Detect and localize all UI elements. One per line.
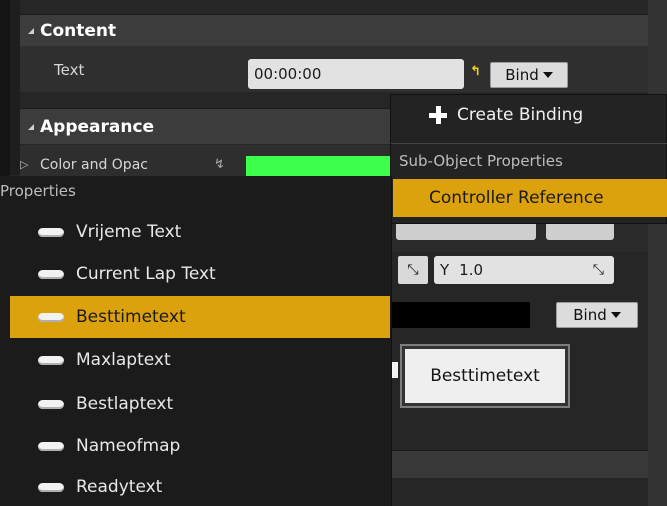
properties-dropdown-list: Properties Vrijeme Text Current Lap Text… — [0, 176, 392, 506]
panel-left-gutter — [10, 0, 20, 175]
list-item-vrijeme-text[interactable]: Vrijeme Text — [0, 212, 392, 252]
category-content-title: Content — [40, 20, 117, 41]
list-item-label: Maxlaptext — [76, 350, 171, 370]
text-property-icon — [38, 441, 64, 451]
list-item-label: Bestlaptext — [76, 394, 174, 414]
create-binding-label: Create Binding — [457, 105, 584, 125]
create-binding-item[interactable]: Create Binding — [429, 105, 583, 125]
list-item-label: Vrijeme Text — [76, 222, 182, 242]
text-property-icon — [38, 227, 64, 237]
category-content-header[interactable]: Content — [20, 14, 648, 46]
bind-link-icon[interactable]: ↯ — [214, 157, 225, 172]
scale-x-spinner[interactable] — [546, 222, 614, 240]
bind-button-label: Bind — [573, 306, 607, 324]
chevron-down-icon — [542, 72, 553, 78]
text-property-label: Text — [54, 61, 85, 79]
reset-arrow-icon[interactable]: ↰ — [470, 64, 484, 80]
category-appearance-title: Appearance — [40, 116, 155, 137]
text-property-icon — [38, 399, 64, 409]
scale-y-label: Y — [440, 261, 450, 279]
scale-y-value: 1.0 — [459, 261, 484, 279]
list-item-label: Current Lap Text — [76, 264, 216, 284]
list-item-label: Nameofmap — [76, 436, 181, 456]
second-bind-button[interactable]: Bind — [556, 302, 638, 328]
color-swatch[interactable] — [246, 156, 396, 176]
list-item-maxlaptext[interactable]: Maxlaptext — [0, 340, 392, 380]
chevron-down-icon — [610, 312, 621, 318]
list-item-readytext[interactable]: Readytext — [0, 468, 392, 506]
collapse-triangle-icon — [28, 123, 34, 130]
drag-handle[interactable] — [392, 362, 398, 378]
expand-diagonal-icon[interactable]: ⤡ — [398, 256, 428, 284]
text-property-icon — [38, 269, 64, 279]
bind-button-label: Bind — [505, 66, 539, 84]
color-property-label: Color and Opac — [40, 157, 148, 173]
text-property-icon — [38, 312, 64, 322]
collapse-triangle-icon — [28, 27, 34, 34]
text-value-input[interactable]: 00:00:00 — [248, 59, 464, 89]
expand-arrow-icon[interactable]: ▷ — [20, 158, 28, 171]
list-item-label: Readytext — [76, 477, 163, 497]
list-item-besttimetext[interactable]: Besttimetext — [10, 296, 390, 338]
sub-object-properties-header: Sub-Object Properties — [399, 152, 563, 170]
properties-header: Properties — [0, 182, 76, 200]
black-color-swatch[interactable] — [392, 302, 530, 328]
scale-x-input[interactable] — [396, 222, 536, 240]
expand-diagonal-icon: ⤡ — [592, 262, 604, 278]
text-property-icon — [38, 482, 64, 492]
text-property-icon — [38, 355, 64, 365]
scale-y-input[interactable]: Y 1.0 ⤡ — [434, 256, 614, 284]
lower-category-header[interactable] — [392, 450, 648, 478]
controller-reference-item[interactable]: Controller Reference — [393, 179, 667, 217]
list-item-current-lap-text[interactable]: Current Lap Text — [0, 254, 392, 294]
panel-scrollbar-track[interactable] — [648, 0, 667, 506]
list-item-label: Besttimetext — [76, 307, 186, 327]
text-bind-button[interactable]: Bind — [490, 62, 568, 88]
menu-divider — [391, 143, 667, 144]
bind-dropdown-menu: Create Binding Sub-Object Properties Con… — [390, 94, 667, 224]
preview-button[interactable]: Besttimetext — [400, 344, 570, 408]
list-item-nameofmap[interactable]: Nameofmap — [0, 426, 392, 466]
plus-icon — [429, 106, 447, 124]
list-item-bestlaptext[interactable]: Bestlaptext — [0, 384, 392, 424]
